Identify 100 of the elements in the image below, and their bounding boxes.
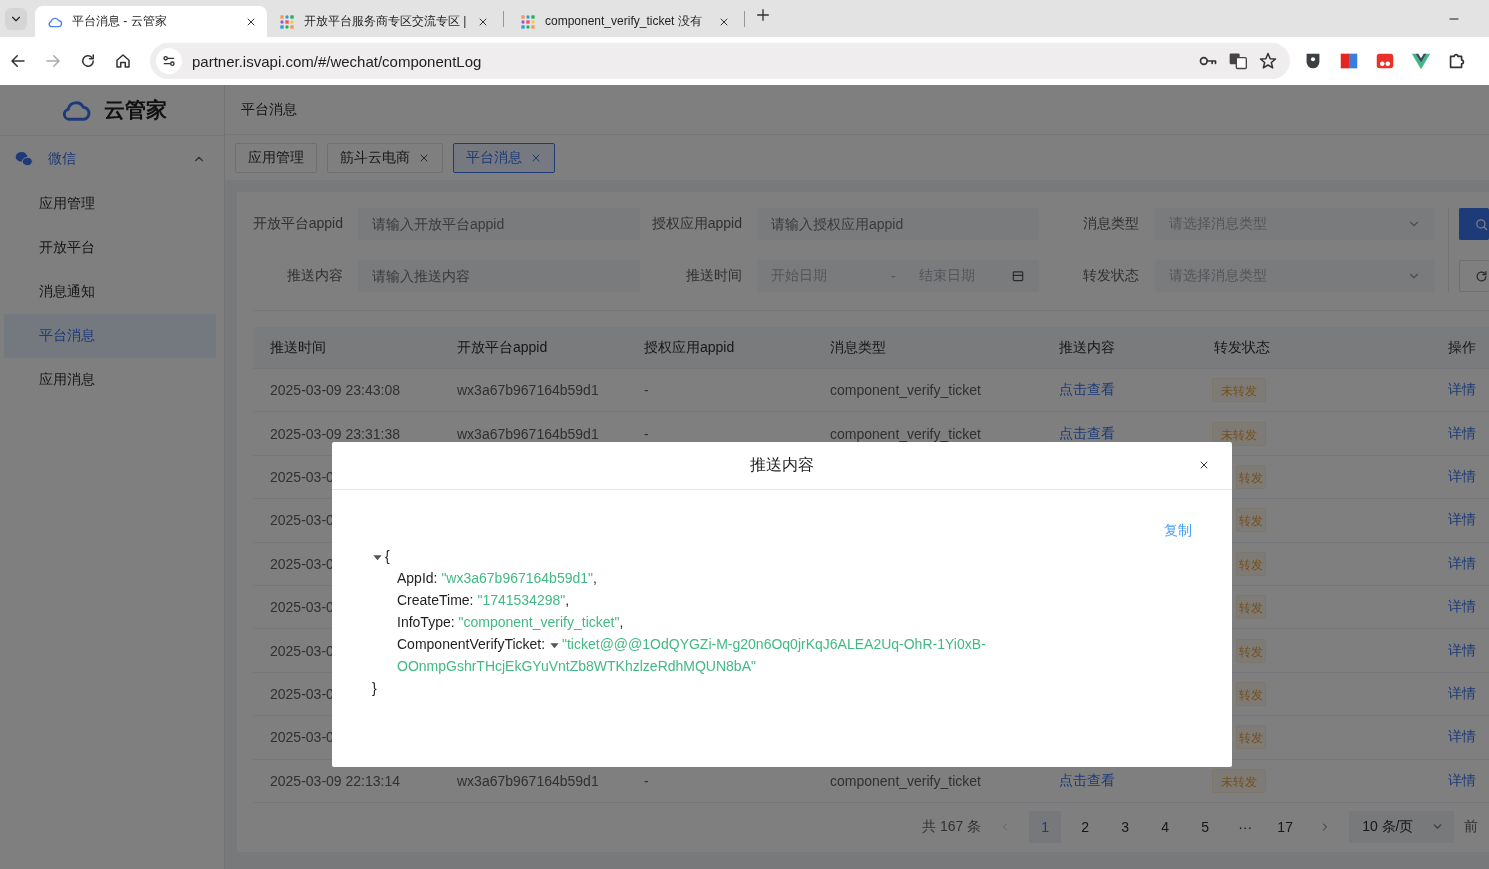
json-value: "1741534298" [477, 592, 566, 608]
menu-item[interactable]: 开放平台 [4, 226, 216, 270]
column-header: 消息类型 [813, 327, 1042, 369]
address-bar[interactable]: partner.isvapi.com/#/wechat/componentLog [150, 43, 1290, 79]
details-link[interactable]: 详情 [1448, 381, 1476, 398]
status-tag: 转发 [1236, 551, 1266, 576]
details-link[interactable]: 详情 [1448, 771, 1476, 788]
status-tag: 转发 [1236, 508, 1266, 533]
view-link[interactable]: 点击查看 [1059, 381, 1115, 398]
tab-list-button[interactable] [5, 7, 27, 30]
sliders-icon [161, 53, 177, 69]
details-link[interactable]: 详情 [1448, 467, 1476, 484]
details-link[interactable]: 详情 [1448, 684, 1476, 701]
page-button[interactable]: 5 [1189, 810, 1222, 843]
input-field[interactable]: 请输入开放平台appid [358, 208, 640, 240]
browser-tab[interactable]: 开放平台服务商专区交流专区 | [267, 6, 499, 37]
refresh-icon [1474, 268, 1489, 284]
json-key: AppId: [397, 570, 438, 586]
table-cell: - [644, 425, 649, 442]
view-link[interactable]: 点击查看 [1059, 771, 1115, 788]
column-header: 推送内容 [1042, 327, 1197, 369]
input-field[interactable]: 请输入授权应用appid [757, 208, 1039, 240]
table-cell: component_verify_ticket [830, 772, 981, 789]
app-logo-text: 云管家 [104, 97, 167, 123]
page-button[interactable]: ··· [1229, 810, 1262, 843]
browser-tab[interactable]: 平台消息 - 云管家 [35, 6, 267, 37]
site-info-button[interactable] [156, 48, 182, 74]
status-tag: 未转发 [1212, 768, 1266, 793]
page-button[interactable]: 1 [1029, 810, 1062, 843]
json-brace: } [372, 680, 377, 696]
status-tag: 转发 [1236, 725, 1266, 750]
table-cell: - [644, 382, 649, 399]
table-cell: 2025-03-0 [270, 468, 334, 485]
input-field[interactable]: 请输入推送内容 [358, 260, 640, 292]
chat-bubbles-icon [14, 149, 34, 169]
column-header: 授权应用appid [627, 327, 813, 369]
field-label: 转发状态 [1082, 266, 1139, 285]
page-tab[interactable]: 平台消息 [453, 142, 555, 173]
field-label: 开放平台appid [253, 214, 343, 233]
page-button[interactable]: 2 [1069, 810, 1102, 843]
json-comma: , [565, 592, 570, 608]
menu-group[interactable]: 微信 [0, 136, 224, 182]
details-link[interactable]: 详情 [1448, 511, 1476, 528]
details-link[interactable]: 详情 [1448, 641, 1476, 658]
table-cell: 2025-03-0 [270, 685, 334, 702]
page-size-select[interactable]: 10 条/页 [1349, 810, 1455, 843]
json-key: InfoType: [397, 614, 455, 630]
page-button[interactable]: 3 [1109, 810, 1142, 843]
field-label: 推送时间 [685, 266, 742, 285]
close-button[interactable] [1198, 459, 1210, 471]
page-button[interactable]: 4 [1149, 810, 1182, 843]
star-icon[interactable] [1258, 51, 1278, 71]
json-key: CreateTime: [397, 592, 474, 608]
total-count: 共 167 条 [922, 817, 982, 836]
status-tag: 未转发 [1212, 378, 1266, 403]
menu-item[interactable]: 消息通知 [4, 270, 216, 314]
browser-tab[interactable]: component_verify_ticket 没有 [508, 6, 740, 37]
status-tag: 未转发 [1212, 421, 1266, 446]
menu-item[interactable]: 平台消息 [4, 314, 216, 358]
plus-icon[interactable] [755, 7, 771, 23]
view-link[interactable]: 点击查看 [1059, 424, 1115, 441]
table-cell: 2025-03-0 [270, 555, 334, 572]
table-cell: component_verify_ticket [830, 425, 981, 442]
table-cell: 2025-03-0 [270, 512, 334, 529]
json-value: "ticket@@@1OdQYGZi-M-g20n6Oq0jrKqJ6ALEA2Uq-OhR-1Yi0xB- [562, 636, 986, 652]
search-icon [1474, 216, 1489, 232]
menu-item[interactable]: 应用管理 [4, 182, 216, 226]
page-tab[interactable]: 筋斗云电商 [327, 142, 443, 173]
calendar-icon [1011, 269, 1025, 283]
status-tag: 转发 [1236, 638, 1266, 663]
json-key: ComponentVerifyTicket: [397, 636, 546, 652]
table-cell: 2025-03-09 23:31:38 [270, 425, 400, 442]
dialog-title: 推送内容 [750, 455, 814, 475]
table-cell: component_verify_ticket [830, 382, 981, 399]
json-comma: , [593, 570, 597, 586]
details-link[interactable]: 详情 [1448, 728, 1476, 745]
status-tag: 转发 [1236, 464, 1266, 489]
json-brace: { [385, 548, 390, 564]
grid-icon [279, 13, 295, 30]
details-link[interactable]: 详情 [1448, 424, 1476, 441]
page-title: 平台消息 [241, 100, 297, 119]
details-link[interactable]: 详情 [1448, 554, 1476, 571]
table-cell: wx3a67b967164b59d1 [457, 425, 599, 442]
page-button[interactable]: 17 [1269, 810, 1302, 843]
copy-link[interactable]: 复制 [1164, 520, 1192, 540]
menu-item[interactable]: 应用消息 [4, 358, 216, 402]
column-header: 转发状态 [1197, 327, 1431, 369]
reset-button[interactable] [1459, 260, 1489, 292]
details-link[interactable]: 详情 [1448, 598, 1476, 615]
json-value: "component_verify_ticket" [458, 614, 620, 630]
column-header: 操作 [1431, 327, 1489, 369]
goto-label: 前 [1464, 817, 1479, 836]
table-cell: wx3a67b967164b59d1 [457, 382, 599, 399]
status-tag: 转发 [1236, 681, 1266, 706]
home-icon [113, 52, 132, 70]
table-cell: wx3a67b967164b59d1 [457, 772, 599, 789]
grid-icon [520, 13, 536, 30]
page-tab[interactable]: 应用管理 [235, 142, 317, 173]
table-cell: 2025-03-09 22:13:14 [270, 772, 400, 789]
close-icon [1198, 459, 1210, 471]
